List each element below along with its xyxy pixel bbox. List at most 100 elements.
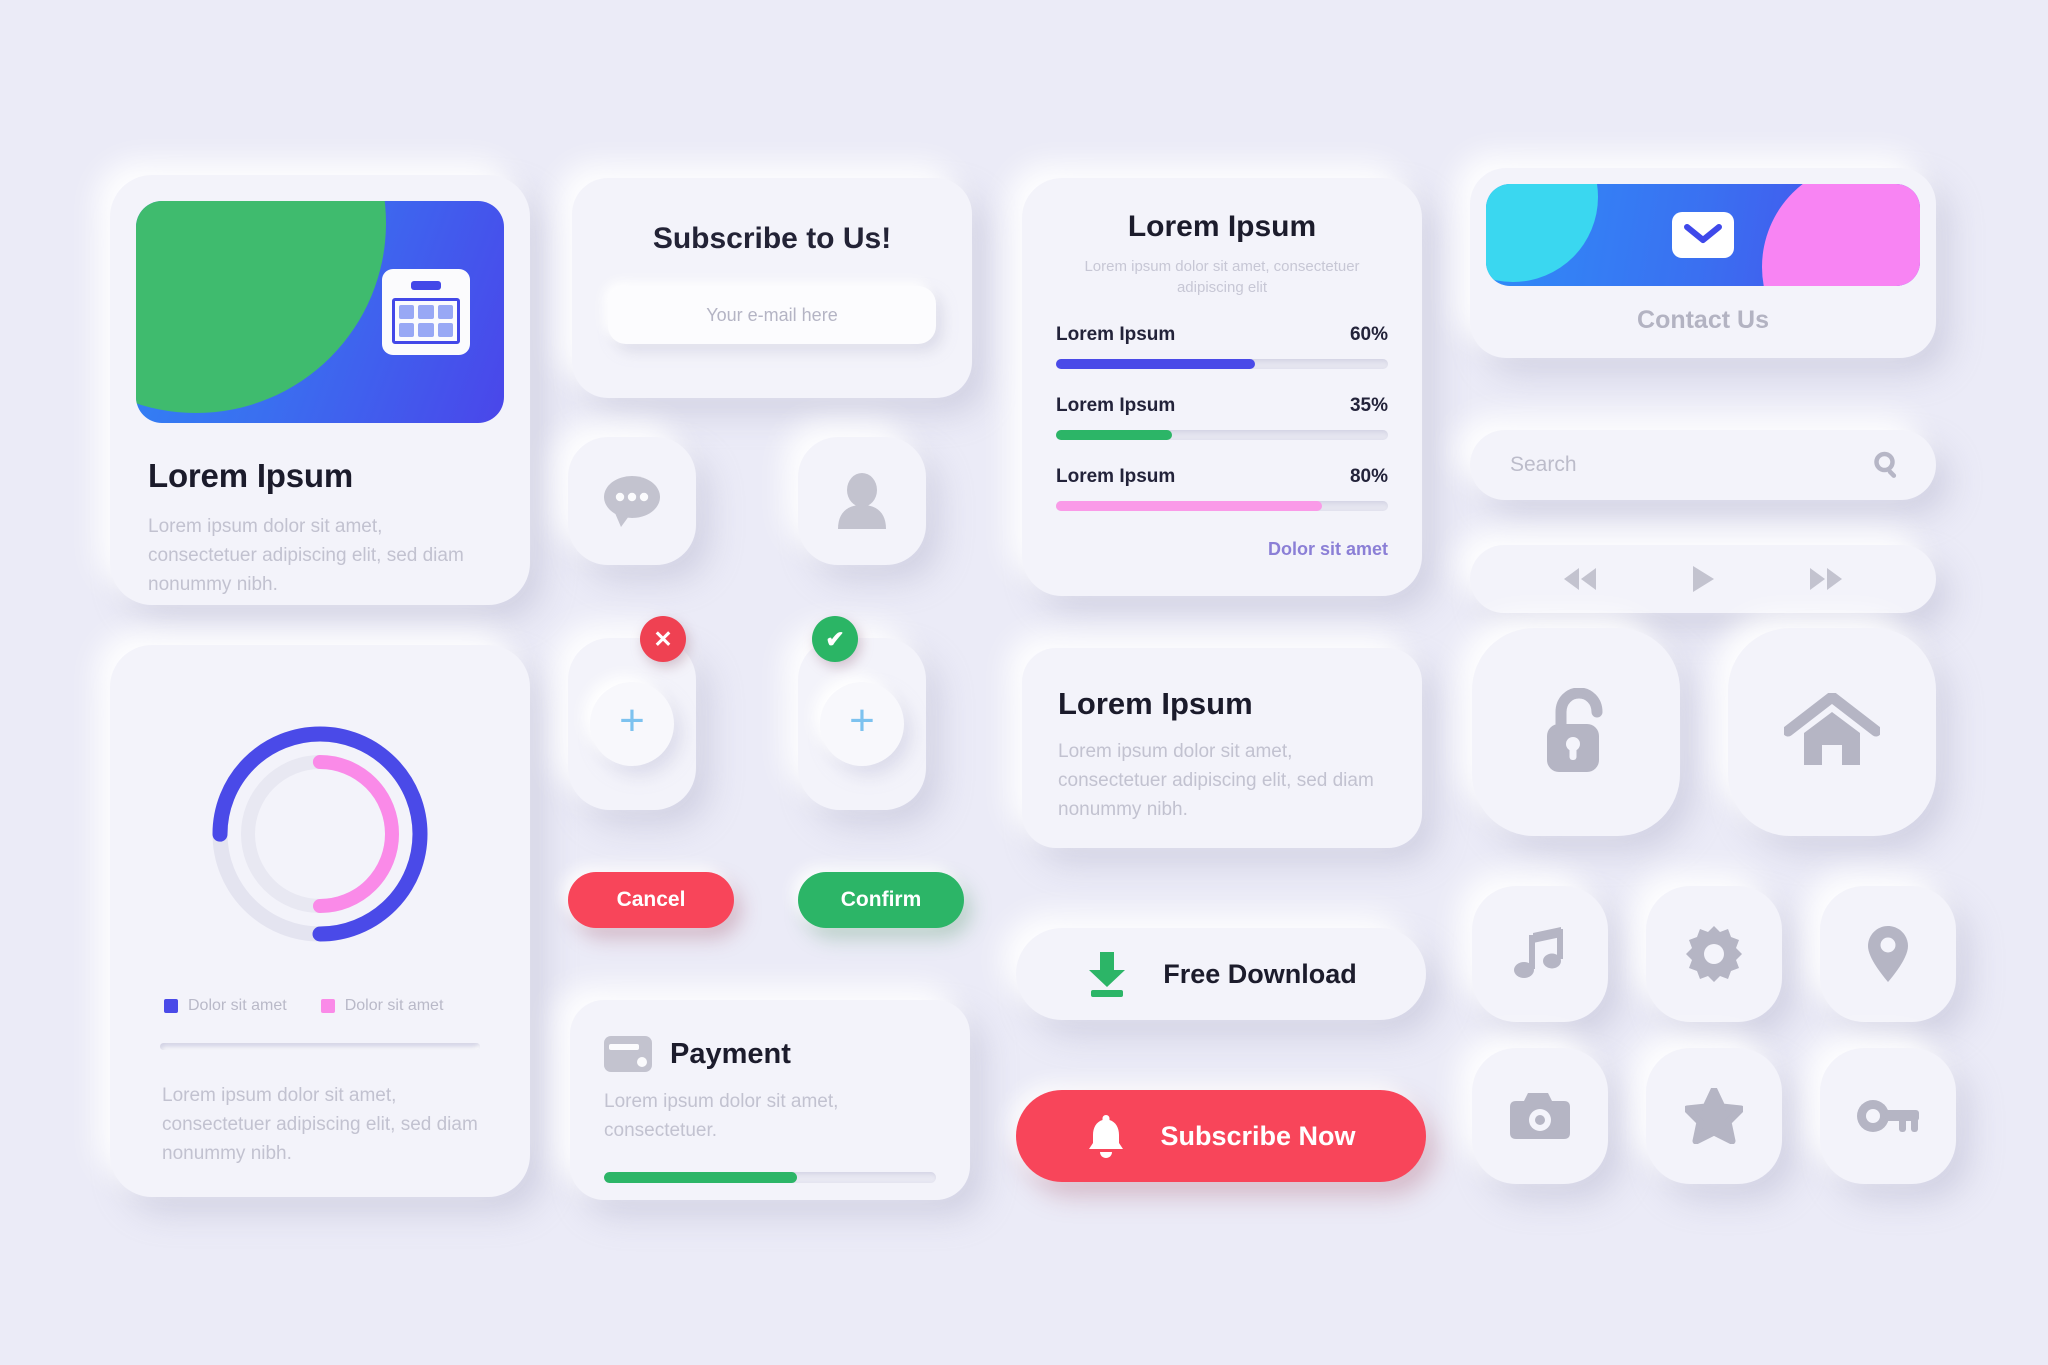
progress-row: Lorem Ipsum 60% — [1056, 324, 1388, 369]
forward-icon[interactable] — [1807, 566, 1845, 592]
search-icon[interactable] — [1872, 450, 1902, 480]
subscribe-card: Subscribe to Us! — [572, 178, 972, 398]
search-bar[interactable] — [1470, 430, 1936, 500]
payment-header: Payment — [604, 1036, 936, 1072]
mail-icon — [1672, 212, 1734, 258]
chat-icon — [604, 476, 660, 527]
payment-progress-fill — [604, 1171, 797, 1183]
legend-swatch-pink — [320, 999, 335, 1013]
location-button[interactable] — [1820, 886, 1956, 1022]
progress-card: Lorem Ipsum Lorem ipsum dolor sit amet, … — [1022, 178, 1422, 596]
progress-fill — [1056, 359, 1256, 369]
progress-value: 60% — [1349, 324, 1388, 345]
info-card: Lorem Ipsum Lorem ipsum dolor sit amet, … — [1022, 648, 1422, 848]
progress-card-link[interactable]: Dolor sit amet — [1056, 539, 1388, 560]
settings-button[interactable] — [1646, 886, 1782, 1022]
payment-progress-track — [604, 1171, 936, 1183]
chart-divider — [160, 1043, 480, 1050]
rewind-icon[interactable] — [1561, 566, 1599, 592]
media-card-title: Lorem Ipsum — [148, 457, 354, 494]
unlock-icon — [1547, 688, 1603, 772]
confirm-button[interactable]: Confirm — [798, 872, 964, 928]
calendar-cell — [418, 305, 434, 319]
cancel-button[interactable]: Cancel — [568, 872, 734, 928]
credit-card-icon — [604, 1036, 652, 1072]
legend-label-pink: Dolor sit amet — [344, 997, 444, 1014]
contact-card-label: Contact Us — [1637, 306, 1769, 334]
home-icon — [1784, 693, 1880, 765]
close-icon[interactable]: ✕ — [640, 616, 686, 662]
music-note-icon — [1514, 927, 1563, 978]
legend-label-blue: Dolor sit amet — [188, 997, 287, 1014]
payment-card: Payment Lorem ipsum dolor sit amet, cons… — [570, 1000, 970, 1200]
plus-icon[interactable]: + — [820, 682, 904, 766]
contact-card-banner — [1486, 184, 1920, 286]
play-icon[interactable] — [1690, 564, 1716, 594]
progress-track — [1056, 501, 1388, 511]
favorite-button[interactable] — [1646, 1048, 1782, 1184]
progress-card-subtitle: Lorem ipsum dolor sit amet, consectetuer… — [1084, 258, 1360, 296]
calendar-grid — [392, 298, 460, 344]
subscribe-now-button[interactable]: Subscribe Now — [1016, 1090, 1426, 1182]
banner-pink-blob — [1762, 184, 1920, 286]
calendar-cell — [437, 323, 453, 337]
donut-chart — [195, 709, 445, 959]
media-card[interactable]: Lorem Ipsum Lorem ipsum dolor sit amet, … — [110, 175, 530, 605]
banner-cyan-blob — [1486, 184, 1598, 282]
progress-track — [1056, 359, 1388, 369]
chart-card-description: Lorem ipsum dolor sit amet, consectetuer… — [162, 1085, 478, 1164]
media-player — [1470, 545, 1936, 613]
user-icon — [838, 473, 886, 529]
progress-card-title: Lorem Ipsum — [1127, 210, 1317, 243]
banner-green-blob — [136, 201, 386, 413]
progress-fill — [1056, 430, 1173, 440]
progress-label: Lorem Ipsum — [1056, 324, 1176, 345]
camera-button[interactable] — [1472, 1048, 1608, 1184]
plus-icon[interactable]: + — [590, 682, 674, 766]
progress-value: 35% — [1349, 395, 1388, 416]
legend-item-pink: Dolor sit amet — [320, 997, 444, 1015]
add-confirm-card[interactable]: ✔ + — [798, 616, 926, 810]
progress-fill — [1056, 501, 1322, 511]
payment-title: Payment — [670, 1037, 791, 1070]
chart-legend: Dolor sit amet Dolor sit amet — [164, 997, 500, 1015]
home-button[interactable] — [1728, 628, 1936, 836]
mail-glyph — [1684, 224, 1722, 243]
progress-label: Lorem Ipsum — [1056, 395, 1176, 416]
music-button[interactable] — [1472, 886, 1608, 1022]
progress-label: Lorem Ipsum — [1056, 466, 1176, 487]
gear-icon — [1686, 926, 1742, 982]
email-input[interactable] — [608, 286, 936, 344]
calendar-cell — [399, 323, 415, 337]
info-card-description: Lorem ipsum dolor sit amet, consectetuer… — [1058, 741, 1374, 820]
location-pin-icon — [1868, 926, 1908, 982]
camera-icon — [1510, 1093, 1570, 1139]
free-download-label: Free Download — [1163, 958, 1357, 989]
progress-row: Lorem Ipsum 80% — [1056, 466, 1388, 511]
lock-button[interactable] — [1472, 628, 1680, 836]
star-icon — [1685, 1088, 1743, 1144]
legend-item-blue: Dolor sit amet — [164, 997, 287, 1015]
free-download-button[interactable]: Free Download — [1016, 928, 1426, 1020]
donut-chart-svg — [212, 726, 428, 942]
check-icon[interactable]: ✔ — [812, 616, 858, 662]
bell-icon — [1089, 1115, 1124, 1158]
subscribe-heading: Subscribe to Us! — [652, 222, 892, 255]
user-button[interactable] — [798, 437, 926, 565]
media-card-description: Lorem ipsum dolor sit amet, consectetuer… — [148, 516, 464, 595]
progress-track — [1056, 430, 1388, 440]
calendar-cell — [418, 323, 434, 337]
search-input[interactable] — [1510, 453, 1872, 477]
download-icon — [1089, 952, 1126, 997]
key-icon — [1857, 1100, 1919, 1132]
calendar-icon — [382, 269, 470, 355]
key-button[interactable] — [1820, 1048, 1956, 1184]
add-cancel-card[interactable]: ✕ + — [568, 616, 696, 810]
contact-card[interactable]: Contact Us — [1470, 168, 1936, 358]
progress-row: Lorem Ipsum 35% — [1056, 395, 1388, 440]
calendar-tab — [411, 281, 441, 290]
legend-swatch-blue — [164, 999, 178, 1013]
info-card-title: Lorem Ipsum — [1058, 686, 1253, 721]
progress-value: 80% — [1349, 466, 1388, 487]
chat-button[interactable] — [568, 437, 696, 565]
